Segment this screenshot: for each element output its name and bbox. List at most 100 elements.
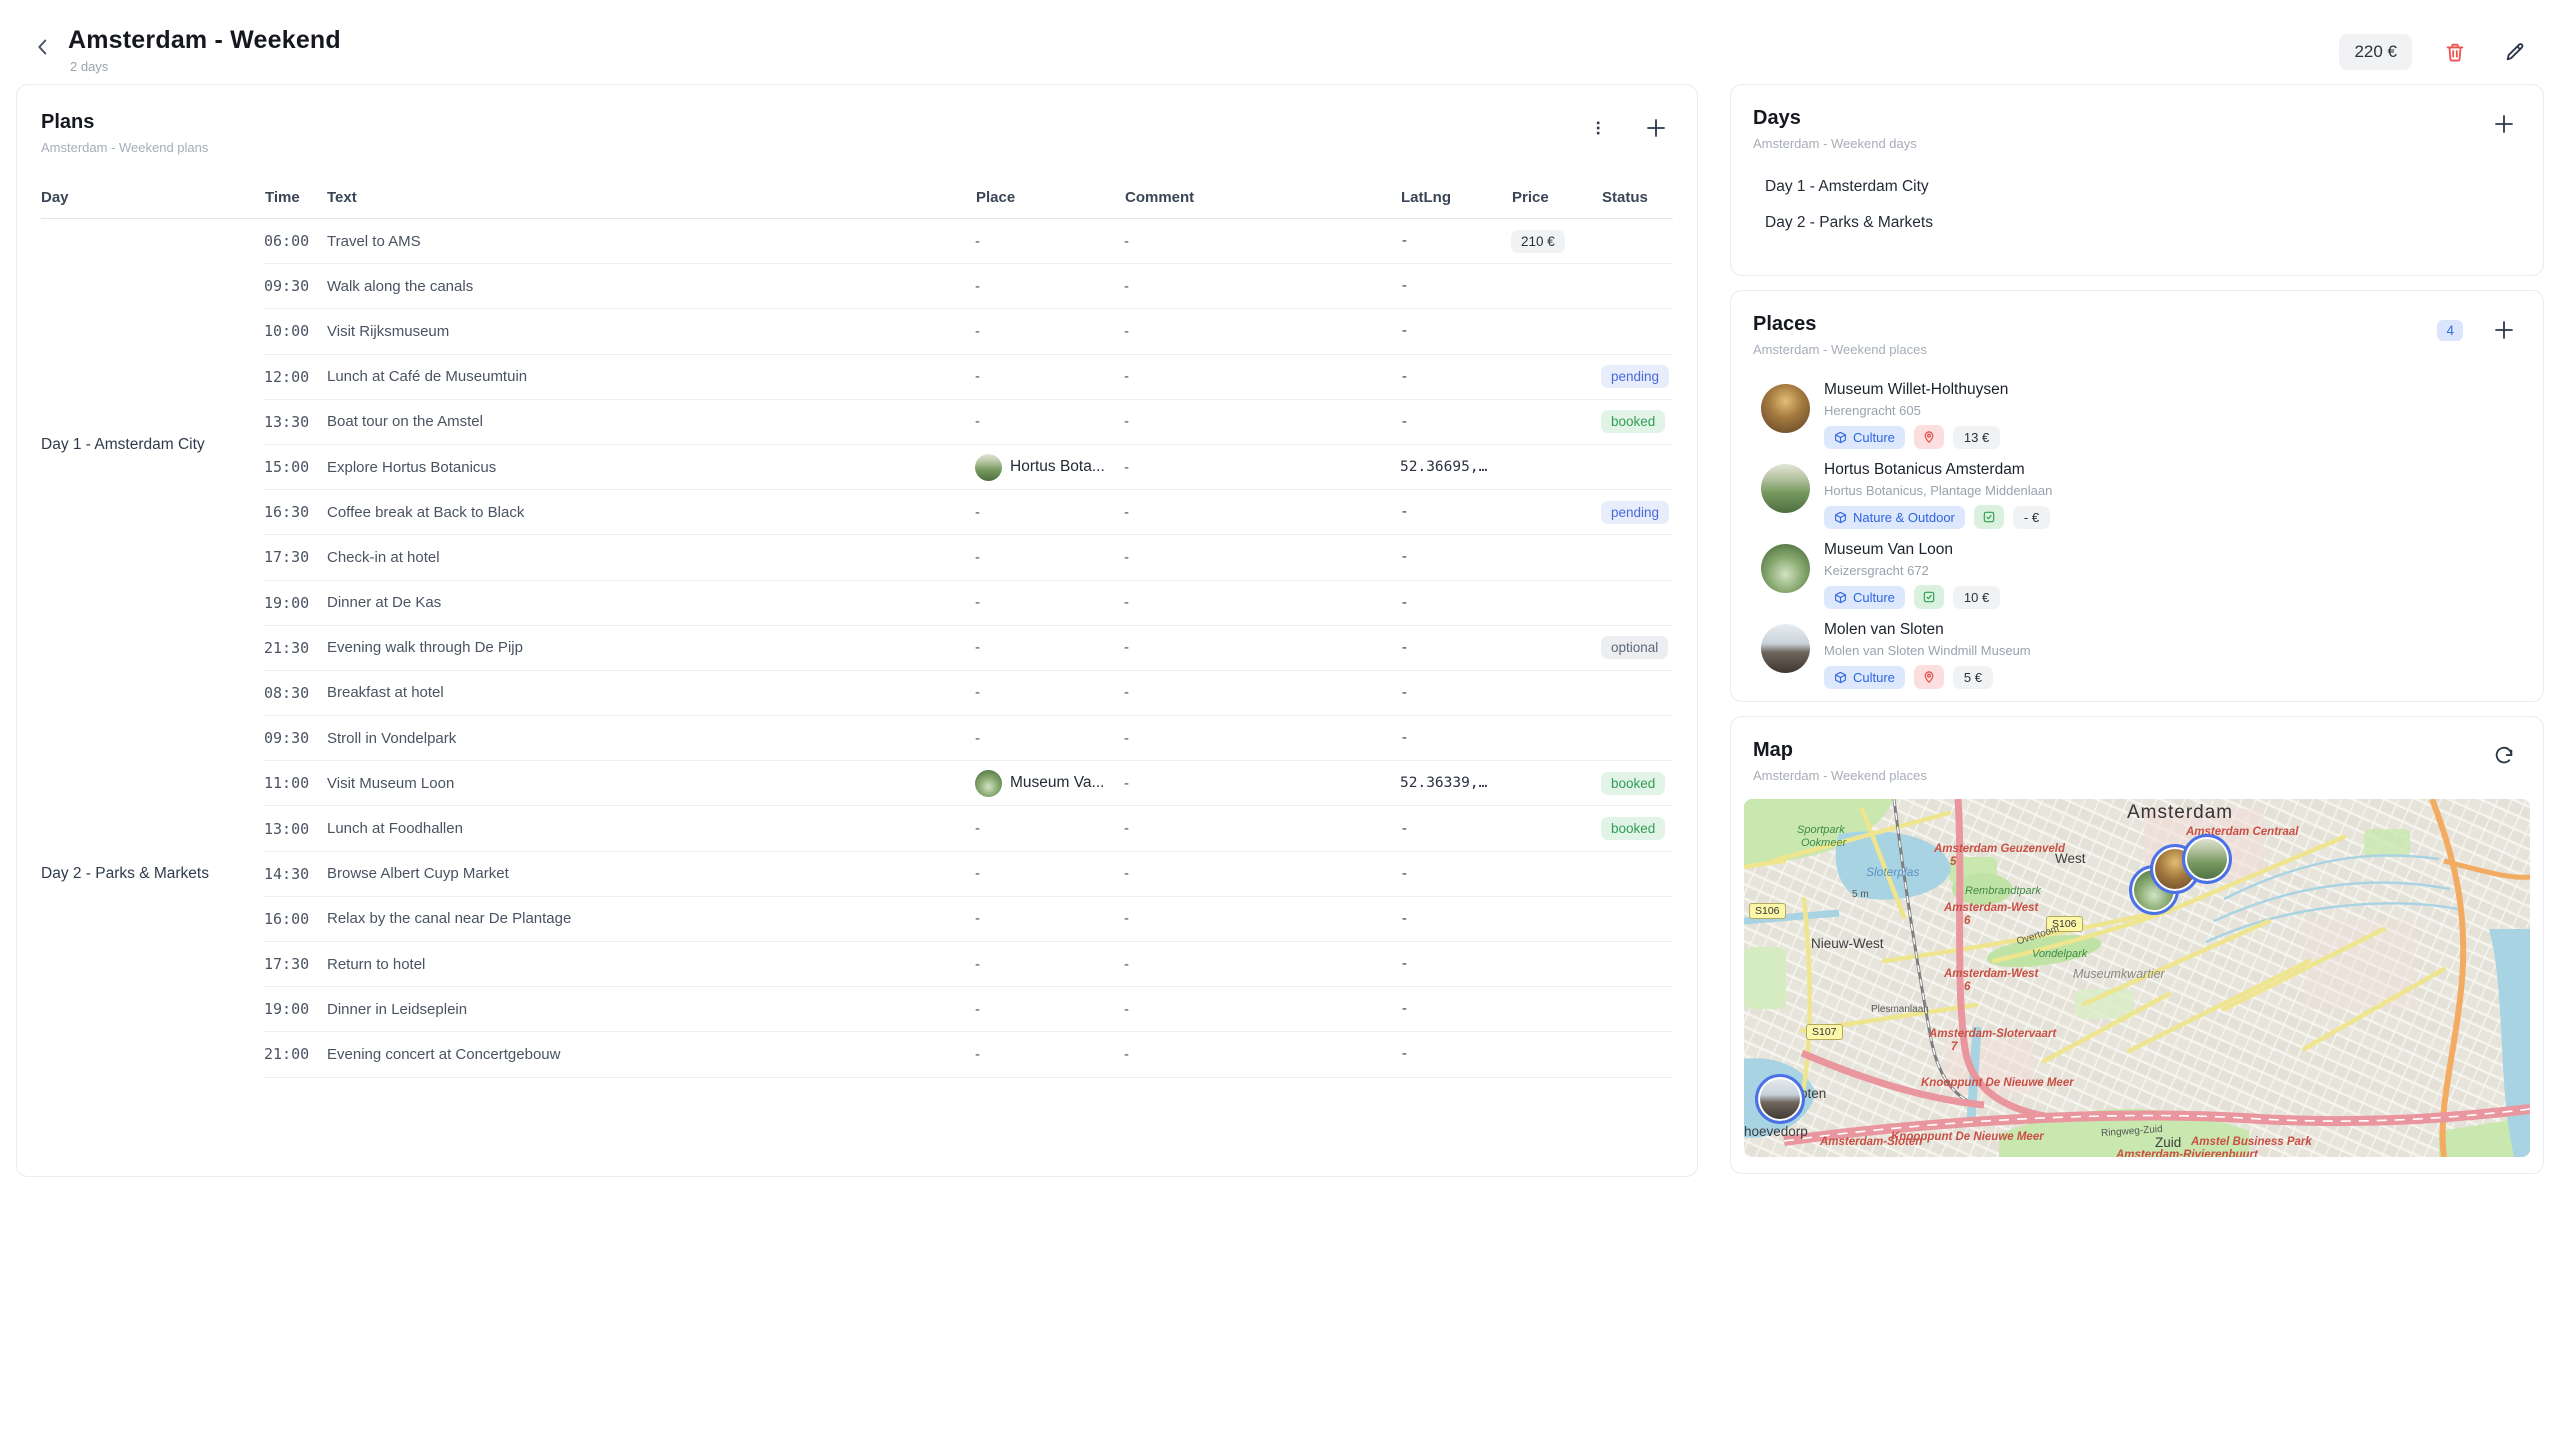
cell-latlng: - — [1400, 1001, 1511, 1017]
table-row[interactable]: 14:30 Browse Albert Cuyp Market - - - — [264, 852, 1673, 897]
edit-trip-button[interactable] — [2498, 35, 2532, 69]
map-label: Amsterdam-West — [1944, 902, 2038, 914]
add-day-button[interactable] — [2487, 107, 2521, 141]
day-list-item[interactable]: Day 2 - Parks & Markets — [1753, 205, 2521, 241]
cell-status: pending — [1601, 365, 1673, 388]
table-row[interactable]: 09:30 Stroll in Vondelpark - - - — [264, 716, 1673, 761]
table-row[interactable]: 06:00 Travel to AMS - - - 210 € — [264, 219, 1673, 264]
cell-latlng: - — [1400, 730, 1511, 746]
add-plan-button[interactable] — [1639, 111, 1673, 145]
cell-status: booked — [1601, 817, 1673, 840]
cell-latlng: - — [1400, 1046, 1511, 1062]
cell-place: - — [975, 233, 1124, 250]
place-badges: Culture 5 € — [1824, 665, 2031, 689]
cell-time: 09:30 — [264, 277, 326, 295]
map-title: Map — [1753, 739, 1927, 762]
map-label: Ookmeer — [1801, 837, 1846, 849]
table-row[interactable]: 12:00 Lunch at Café de Museumtuin - - - … — [264, 355, 1673, 400]
table-row[interactable]: 08:30 Breakfast at hotel - - - — [264, 671, 1673, 716]
table-row[interactable]: 10:00 Visit Rijksmuseum - - - — [264, 309, 1673, 354]
category-badge: Culture — [1824, 426, 1905, 449]
header-titles: Amsterdam - Weekend 2 days — [68, 26, 341, 74]
map-place-marker[interactable] — [2182, 834, 2232, 884]
places-subtitle: Amsterdam - Weekend places — [1753, 342, 1927, 357]
place-card[interactable]: Molen van Sloten Molen van Sloten Windmi… — [1753, 613, 2521, 693]
cell-time: 16:00 — [264, 910, 326, 928]
table-row[interactable]: 21:00 Evening concert at Concertgebouw -… — [264, 1032, 1673, 1077]
flag-badge — [1914, 425, 1944, 449]
place-name: Molen van Sloten — [1824, 621, 2031, 639]
category-cube-icon — [1834, 591, 1847, 604]
cell-latlng: - — [1400, 595, 1511, 611]
table-row[interactable]: 11:00 Visit Museum Loon Museum Va... - 5… — [264, 761, 1673, 806]
cell-comment: - — [1124, 504, 1400, 521]
table-row[interactable]: 16:00 Relax by the canal near De Plantag… — [264, 897, 1673, 942]
cell-comment: - — [1124, 865, 1400, 882]
table-row[interactable]: 19:00 Dinner in Leidseplein - - - — [264, 987, 1673, 1032]
table-row[interactable]: 13:00 Lunch at Foodhallen - - - booked — [264, 806, 1673, 851]
cell-comment: - — [1124, 459, 1400, 476]
cell-comment: - — [1124, 910, 1400, 927]
table-row[interactable]: 17:30 Check-in at hotel - - - — [264, 535, 1673, 580]
place-card[interactable]: Hortus Botanicus Amsterdam Hortus Botani… — [1753, 453, 2521, 533]
cell-time: 15:00 — [264, 458, 326, 476]
plans-menu-button[interactable] — [1581, 111, 1615, 145]
table-row[interactable]: 16:30 Coffee break at Back to Black - - … — [264, 490, 1673, 535]
map-label: Nieuw-West — [1811, 936, 1884, 951]
map-label: Sloterplas — [1866, 865, 1919, 879]
place-badges: Culture 10 € — [1824, 585, 2000, 609]
days-subtitle: Amsterdam - Weekend days — [1753, 136, 1917, 151]
place-card[interactable]: Museum Willet-Holthuysen Herengracht 605… — [1753, 373, 2521, 453]
day-group-label: Day 2 - Parks & Markets — [41, 671, 264, 1078]
table-row[interactable]: 21:30 Evening walk through De Pijp - - -… — [264, 626, 1673, 671]
place-address: Keizersgracht 672 — [1824, 563, 2000, 578]
map-label: Amsterdam-Rivierenbuurt — [2116, 1149, 2258, 1157]
cell-time: 09:30 — [264, 729, 326, 747]
cell-place: - — [975, 639, 1124, 656]
table-row[interactable]: 19:00 Dinner at De Kas - - - — [264, 581, 1673, 626]
refresh-icon — [2493, 745, 2515, 767]
add-place-button[interactable] — [2487, 313, 2521, 347]
plans-title: Plans — [41, 111, 208, 134]
kebab-menu-icon — [1589, 119, 1607, 137]
map-label: Museumkwartier — [2073, 967, 2165, 981]
plans-table-header: Day Time Text Place Comment LatLng Price… — [41, 189, 1673, 219]
cell-latlng: - — [1400, 323, 1511, 339]
cell-comment: - — [1124, 639, 1400, 656]
map-label: Amsterdam-Slotervaart — [1929, 1028, 2056, 1040]
cell-text: Lunch at Foodhallen — [326, 820, 975, 837]
refresh-map-button[interactable] — [2487, 739, 2521, 773]
map-view[interactable]: AmsterdamAmsterdam CentraalSportparkOokm… — [1744, 799, 2530, 1157]
cell-place: - — [975, 278, 1124, 295]
delete-trip-button[interactable] — [2438, 35, 2472, 69]
cell-comment: - — [1124, 684, 1400, 701]
back-button[interactable] — [26, 30, 60, 64]
map-pin-icon — [1922, 430, 1936, 444]
map-label: hoevedorp — [1744, 1124, 1808, 1139]
day-list-item[interactable]: Day 1 - Amsterdam City — [1753, 169, 2521, 205]
cell-latlng: - — [1400, 414, 1511, 430]
map-label: Amsterdam-Sloten — [1820, 1136, 1922, 1148]
map-label: Overtoom — [2015, 923, 2060, 947]
place-badges: Nature & Outdoor - € — [1824, 505, 2052, 529]
cell-time: 11:00 — [264, 774, 326, 792]
place-photo — [1761, 624, 1810, 673]
table-row[interactable]: 15:00 Explore Hortus Botanicus Hortus Bo… — [264, 445, 1673, 490]
place-address: Herengracht 605 — [1824, 403, 2008, 418]
chevron-left-icon — [32, 36, 54, 58]
column-header-day: Day — [41, 189, 265, 206]
table-row[interactable]: 13:30 Boat tour on the Amstel - - - book… — [264, 400, 1673, 445]
cell-comment: - — [1124, 775, 1400, 792]
map-place-marker[interactable] — [1755, 1074, 1805, 1124]
plan-day-group: Day 2 - Parks & Markets 08:30 Breakfast … — [41, 671, 1673, 1078]
place-card[interactable]: Museum Van Loon Keizersgracht 672 Cultur… — [1753, 533, 2521, 613]
table-row[interactable]: 17:30 Return to hotel - - - — [264, 942, 1673, 987]
cell-text: Visit Museum Loon — [326, 775, 975, 792]
cell-time: 12:00 — [264, 368, 326, 386]
table-row[interactable]: 09:30 Walk along the canals - - - — [264, 264, 1673, 309]
status-badge: booked — [1601, 410, 1665, 433]
plans-subtitle: Amsterdam - Weekend plans — [41, 140, 208, 155]
cell-place: - — [975, 910, 1124, 927]
days-title: Days — [1753, 107, 1917, 130]
main-content: Plans Amsterdam - Weekend plans Day Time… — [0, 84, 2560, 1177]
